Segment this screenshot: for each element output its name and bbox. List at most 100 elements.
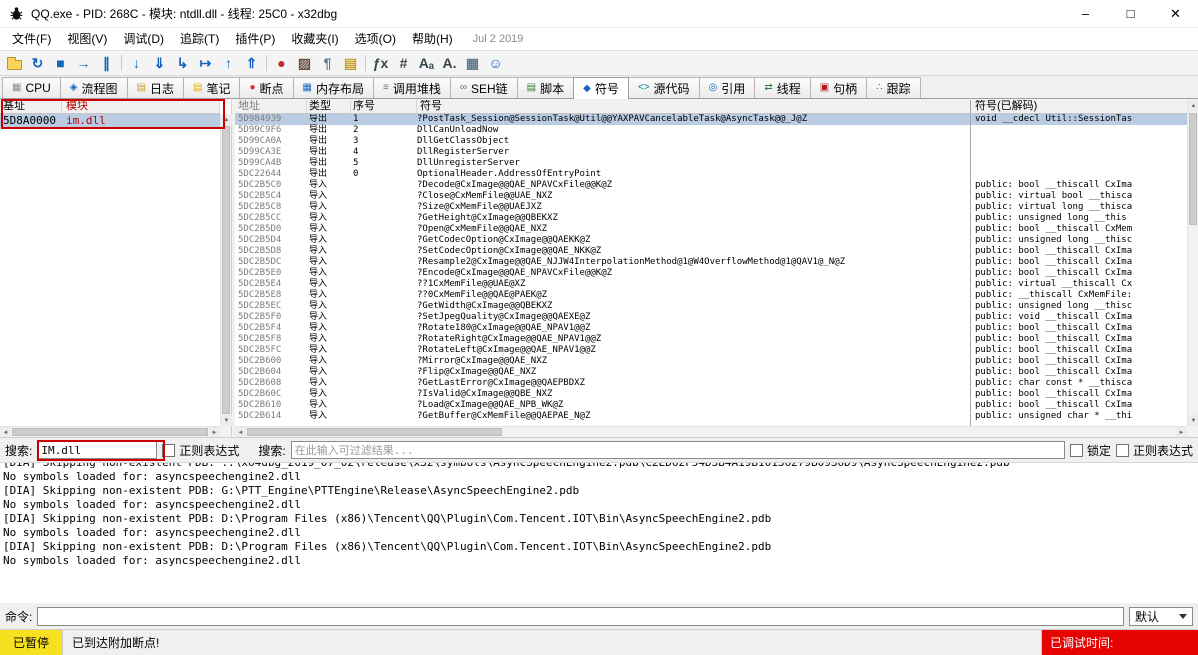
table-row[interactable]: 5DC2B5D8导入?SetCodecOption@CxImage@@QAE_N… [235,246,1187,257]
symbols-horizontal-scrollbar[interactable]: ◄ ► [235,426,1187,437]
scroll-track[interactable] [11,427,209,437]
module-search-input[interactable] [37,441,157,459]
comment-icon[interactable]: ¶ [316,52,339,74]
tab-graph[interactable]: ◈流程图 [60,77,128,98]
menu-item[interactable]: 帮助(H) [404,28,461,50]
ordinal-icon[interactable]: # [392,52,415,74]
animate-over-icon[interactable]: ↦ [194,52,217,74]
table-row[interactable]: 5DC2B5F0导入?SetJpegQuality@CxImage@@QAEXE… [235,312,1187,323]
scroll-thumb[interactable] [222,126,230,414]
menu-item[interactable]: 文件(F) [4,28,59,50]
tab-call-stack[interactable]: ≡调用堆栈 [373,77,451,98]
restart-icon[interactable]: ↻ [26,52,49,74]
column-header-symbol[interactable]: 符号 [417,100,971,113]
scroll-track[interactable] [221,125,231,415]
log-output[interactable]: [DIA] Skipping non-existent PDB: ..\x64d… [0,462,1198,603]
execute-till-return-icon[interactable]: ↑ [217,52,240,74]
table-row[interactable]: 5DC2B5E0导入?Encode@CxImage@@QAE_NPAVCxFil… [235,268,1187,279]
table-row[interactable]: 5DC2B608导入?GetLastError@CxImage@@QAEPBDX… [235,378,1187,389]
table-row[interactable]: 5DC2B610导入?Load@CxImage@@QAE_NPB_WK@Zpub… [235,400,1187,411]
pause-icon[interactable]: ∥ [95,52,118,74]
step-over-icon[interactable]: ⇓ [148,52,171,74]
table-row[interactable]: 5DC2B604导入?Flip@CxImage@@QAE_NXZpublic: … [235,367,1187,378]
column-header-module[interactable]: 模块 [62,100,220,113]
open-file-icon[interactable] [3,52,26,74]
maximize-button[interactable]: □ [1108,0,1153,27]
scroll-thumb[interactable] [12,428,208,436]
scroll-thumb[interactable] [247,428,502,436]
tab-threads[interactable]: ⇄线程 [754,77,810,98]
tab-symbols[interactable]: ◆符号 [573,77,629,99]
scroll-down-icon[interactable]: ▼ [221,415,232,426]
table-row[interactable]: 5DC2B5C4导入?Close@CxMemFile@@UAE_NXZpubli… [235,191,1187,202]
breakpoints-icon[interactable]: ● [270,52,293,74]
modules-vertical-scrollbar[interactable]: ▲ ▼ [220,114,231,426]
menu-item[interactable]: 选项(O) [347,28,404,50]
symbol-regex-checkbox[interactable] [1116,444,1129,457]
table-row[interactable]: 5DC2B5CC导入?GetHeight@CxImage@@QBEKXZpubl… [235,213,1187,224]
patches-icon[interactable]: ▨ [293,52,316,74]
notes-icon[interactable]: ▤ [339,52,362,74]
table-row[interactable]: 5DC2B5D0导入?Open@CxMemFile@@QAE_NXZpublic… [235,224,1187,235]
symbols-vertical-scrollbar[interactable]: ▲ ▼ [1187,100,1198,426]
table-row[interactable]: 5DC2B5E8导入??0CxMemFile@@QAE@PAEK@Zpublic… [235,290,1187,301]
tab-trace[interactable]: ∴跟踪 [866,77,920,98]
run-icon[interactable]: → [72,52,95,74]
table-row[interactable]: 5DC2B5E4导入??1CxMemFile@@UAE@XZpublic: vi… [235,279,1187,290]
menu-item[interactable]: 追踪(T) [172,28,227,50]
scroll-up-icon[interactable]: ▲ [221,114,232,125]
scroll-track[interactable] [1188,111,1198,415]
tab-references[interactable]: ◎引用 [699,77,756,98]
table-row[interactable]: 5DC2B614导入?GetBuffer@CxMemFile@@QAEPAE_N… [235,411,1187,422]
tab-source[interactable]: <>源代码 [628,77,700,98]
table-row[interactable]: 5DC2B600导入?Mirror@CxImage@@QAE_NXZpublic… [235,356,1187,367]
table-row[interactable]: 5DC2B60C导入?IsValid@CxImage@@QBE_NXZpubli… [235,389,1187,400]
table-row[interactable]: 5DC22644导出0OptionalHeader.AddressOfEntry… [235,169,1187,180]
text-case-icon[interactable]: Aₐ [415,52,438,74]
minimize-button[interactable]: – [1063,0,1108,27]
run-to-user-code-icon[interactable]: ⇑ [240,52,263,74]
column-header-decoded[interactable]: 符号(已解码) [971,100,1187,113]
table-row[interactable]: 5D99CA0A导出3DllGetClassObject [235,136,1187,147]
tab-notes[interactable]: ▤笔记 [183,77,240,98]
memory-map-icon[interactable]: ▦ [461,52,484,74]
module-regex-checkbox[interactable] [162,444,175,457]
column-header-ordinal[interactable]: 序号 [351,100,417,113]
command-input[interactable] [37,607,1124,626]
close-button[interactable]: ✕ [1153,0,1198,27]
scroll-up-icon[interactable]: ▲ [1188,100,1198,111]
tab-script[interactable]: ▤脚本 [517,77,574,98]
table-row[interactable]: 5DC2B5F8导入?RotateRight@CxImage@@QAE_NPAV… [235,334,1187,345]
modules-horizontal-scrollbar[interactable]: ◄ ► [0,426,220,437]
table-row[interactable]: 5DC2B5FC导入?RotateLeft@CxImage@@QAE_NPAV1… [235,345,1187,356]
tab-breakpoints[interactable]: ●断点 [239,77,293,98]
menu-item[interactable]: 视图(V) [59,28,115,50]
table-row[interactable]: 5D99C9F6导出2DllCanUnloadNow [235,125,1187,136]
tab-log[interactable]: ▤日志 [127,77,184,98]
tab-memory-map[interactable]: ▦内存布局 [293,77,374,98]
lock-checkbox[interactable] [1070,444,1083,457]
tab-cpu[interactable]: ▦CPU [2,77,61,98]
stop-icon[interactable]: ■ [49,52,72,74]
table-row[interactable]: 5D984939导出1?PostTask_Session@SessionTask… [235,114,1187,125]
table-row[interactable]: 5DC2B5F4导入?Rotate180@CxImage@@QAE_NPAV1@… [235,323,1187,334]
command-profile-dropdown[interactable]: 默认 [1129,607,1193,626]
column-header-address[interactable]: 地址 [235,100,307,113]
table-row[interactable]: 5D99CA4B导出5DllUnregisterServer [235,158,1187,169]
table-row[interactable]: 5D99CA3E导出4DllRegisterServer [235,147,1187,158]
scroll-track[interactable] [246,427,1176,437]
column-header-base[interactable]: 基址 [0,100,62,113]
symbol-search-input[interactable] [291,441,1065,459]
animate-into-icon[interactable]: ↳ [171,52,194,74]
assemble-icon[interactable]: A. [438,52,461,74]
menu-item[interactable]: 插件(P) [227,28,283,50]
table-row[interactable]: 5DC2B5C8导入?Size@CxMemFile@@UAEJXZpublic:… [235,202,1187,213]
function-icon[interactable]: ƒx [369,52,392,74]
menu-item[interactable]: 收藏夹(I) [283,28,346,50]
table-row[interactable]: 5DC2B5D4导入?GetCodecOption@CxImage@@QAEKK… [235,235,1187,246]
table-row[interactable]: 5DC2B5C0导入?Decode@CxImage@@QAE_NPAVCxFil… [235,180,1187,191]
step-into-icon[interactable]: ↓ [125,52,148,74]
help-icon[interactable]: ☺ [484,52,507,74]
menu-item[interactable]: 调试(D) [115,28,172,50]
table-row[interactable]: 5DC2B5EC导入?GetWidth@CxImage@@QBEKXZpubli… [235,301,1187,312]
